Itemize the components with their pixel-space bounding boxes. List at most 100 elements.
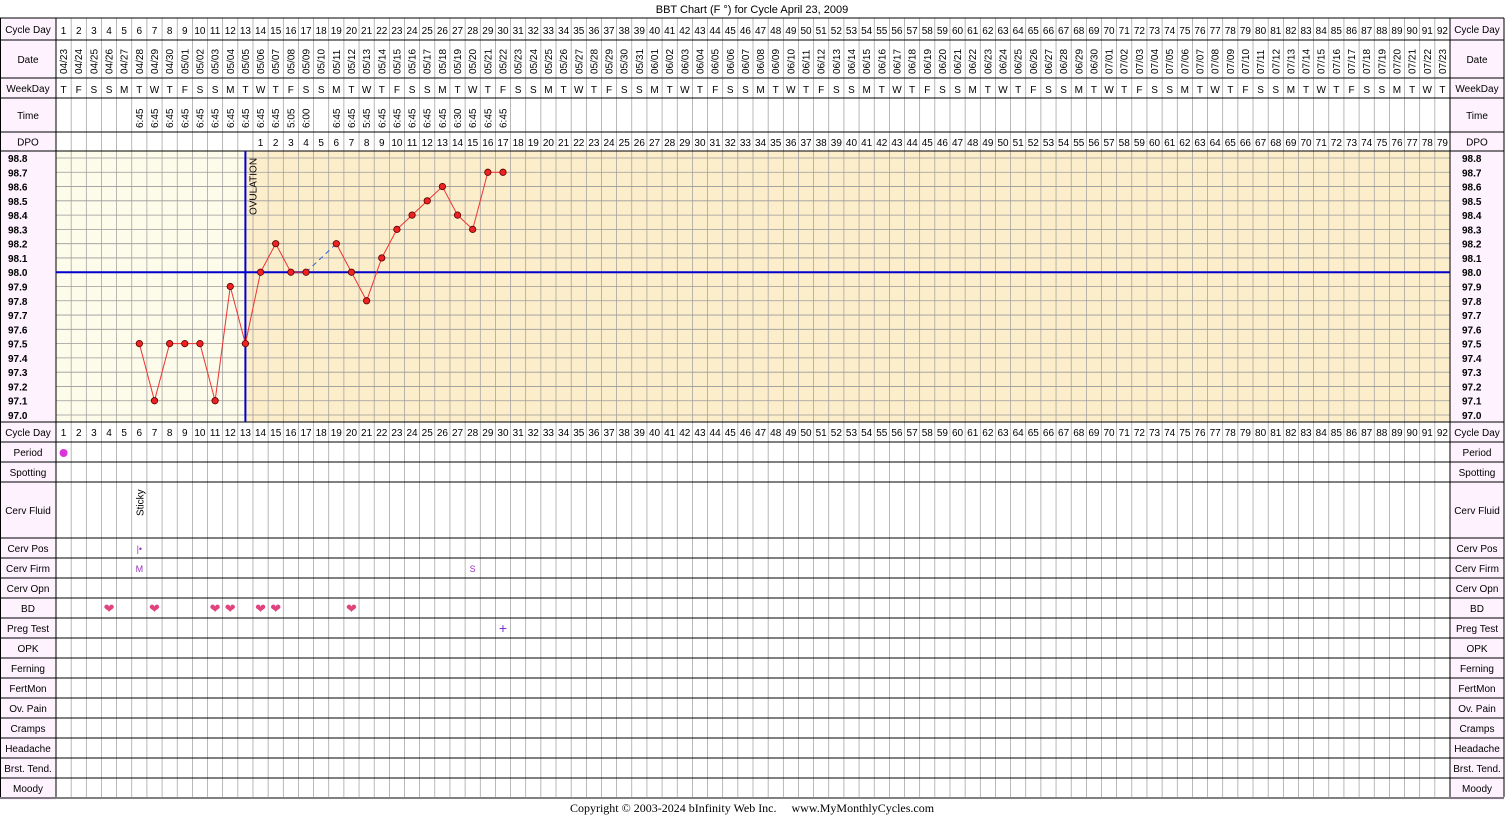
bd-heart-icon: ❤ <box>149 601 160 616</box>
temp-point[interactable] <box>347 268 356 276</box>
date-cell: 06/14 <box>847 49 858 74</box>
symptom-opk-label-left: OPK <box>17 644 38 655</box>
temp-point[interactable] <box>423 197 431 205</box>
temp-point[interactable] <box>135 340 143 348</box>
cycle-day-cell: 75 <box>1179 26 1191 37</box>
temp-point[interactable] <box>287 268 295 276</box>
cycle-day-cell-bottom: 53 <box>846 428 858 439</box>
cycle-day-cell: 84 <box>1316 26 1328 37</box>
temp-point[interactable] <box>438 182 446 191</box>
weekday-label-left: WeekDay <box>6 84 49 95</box>
cycle-day-cell-bottom: 30 <box>497 428 509 439</box>
temp-tick-right: 98.8 <box>1462 154 1482 165</box>
cycle-day-cell-bottom: 59 <box>937 428 949 439</box>
cycle-day-cell: 39 <box>634 26 646 37</box>
weekday-cell: S <box>1166 85 1173 96</box>
weekday-cell: F <box>1242 85 1248 96</box>
date-cell: 04/25 <box>89 49 100 74</box>
temp-point[interactable] <box>408 211 416 219</box>
cycle-day-cell-bottom: 33 <box>543 428 555 439</box>
weekday-cell: S <box>1045 85 1052 96</box>
date-cell: 07/07 <box>1195 49 1206 74</box>
temp-tick-left: 97.3 <box>8 368 28 379</box>
date-cell: 05/12 <box>347 49 358 74</box>
weekday-cell: M <box>650 85 658 96</box>
cycle-day-cell-bottom: 19 <box>331 428 343 439</box>
temp-tick-right: 98.5 <box>1462 197 1482 208</box>
cervix-value: M <box>136 564 144 574</box>
dpo-cell: 24 <box>603 138 615 149</box>
temp-point[interactable] <box>150 397 159 405</box>
temp-point[interactable] <box>332 240 340 248</box>
symptom-preg-test-label-right: Preg Test <box>1456 624 1498 635</box>
temp-point[interactable] <box>241 340 250 348</box>
cycle-day-cell-bottom: 67 <box>1058 428 1070 439</box>
dpo-cell: 75 <box>1376 138 1388 149</box>
dpo-cell: 56 <box>1088 138 1100 149</box>
cycle-day-cell-bottom: 21 <box>361 428 373 439</box>
dpo-cell: 33 <box>740 138 752 149</box>
temp-point[interactable] <box>363 297 371 305</box>
dpo-cell: 34 <box>755 138 767 149</box>
cycle-day-cell: 26 <box>437 26 449 37</box>
temp-point[interactable] <box>302 268 310 276</box>
cycle-day-cell-bottom: 44 <box>710 428 722 439</box>
temp-point[interactable] <box>166 340 174 348</box>
cycle-day-cell-bottom: 7 <box>152 428 158 439</box>
symptom-spotting-label-right: Spotting <box>1459 468 1496 479</box>
temp-point[interactable] <box>196 340 204 348</box>
bd-heart-icon: ❤ <box>225 601 236 616</box>
dpo-cell: 35 <box>770 138 782 149</box>
temp-point[interactable] <box>378 254 386 262</box>
dpo-cell: 76 <box>1391 138 1403 149</box>
temp-point[interactable] <box>484 168 492 176</box>
temp-point[interactable] <box>453 211 462 219</box>
temp-point[interactable] <box>181 340 189 348</box>
copyright-text[interactable]: Copyright © 2003-2024 bInfinity Web Inc.… <box>570 801 935 815</box>
cycle-day-cell-bottom: 40 <box>649 428 661 439</box>
dpo-cell: 65 <box>1225 138 1237 149</box>
date-cell: 06/12 <box>817 49 828 74</box>
cycle-day-cell-bottom: 46 <box>740 428 752 439</box>
cycle-day-cell-bottom: 78 <box>1225 428 1237 439</box>
weekday-cell: T <box>485 85 491 96</box>
cycle-day-cell: 25 <box>422 26 434 37</box>
dpo-cell: 4 <box>303 138 309 149</box>
cycle-day-cell: 27 <box>452 26 464 37</box>
temp-tick-right: 97.4 <box>1462 354 1482 365</box>
dpo-cell: 64 <box>1210 138 1222 149</box>
weekday-cell: T <box>1303 85 1309 96</box>
weekday-cell: S <box>833 85 840 96</box>
temp-point[interactable] <box>469 225 477 233</box>
temp-point[interactable] <box>393 225 401 233</box>
temp-point[interactable] <box>226 282 234 291</box>
temp-point[interactable] <box>499 168 507 176</box>
temp-tick-left: 98.6 <box>8 183 28 194</box>
dpo-cell: 46 <box>937 138 949 149</box>
dpo-cell: 43 <box>891 138 903 149</box>
cycle-day-cell-bottom: 2 <box>76 428 82 439</box>
temp-point[interactable] <box>256 268 265 276</box>
dpo-cell: 47 <box>952 138 964 149</box>
weekday-cell: S <box>727 85 734 96</box>
dpo-cell: 10 <box>391 138 403 149</box>
cycle-day-cell: 48 <box>770 26 782 37</box>
temp-point[interactable] <box>272 240 280 248</box>
symptom-cerv-opn-label-left: Cerv Opn <box>7 584 50 595</box>
cycle-day-cell: 5 <box>121 26 127 37</box>
cycle-day-cell-bottom: 72 <box>1134 428 1146 439</box>
bd-heart-icon: ❤ <box>346 601 357 616</box>
dpo-cell: 69 <box>1285 138 1297 149</box>
time-cell: 6:45 <box>271 108 282 128</box>
cycle-day-cell: 81 <box>1270 26 1282 37</box>
temp-tick-right: 97.9 <box>1462 283 1482 294</box>
weekday-cell: F <box>288 85 294 96</box>
cycle-day-cell-bottom: 76 <box>1194 428 1206 439</box>
cycle-day-cell-bottom: 14 <box>255 428 267 439</box>
cycle-day-cell: 77 <box>1210 26 1222 37</box>
temp-point[interactable] <box>211 397 219 405</box>
weekday-cell: S <box>1060 85 1067 96</box>
weekday-cell: S <box>1257 85 1264 96</box>
cycle-day-cell-bottom: 15 <box>270 428 282 439</box>
dpo-cell: 26 <box>634 138 646 149</box>
